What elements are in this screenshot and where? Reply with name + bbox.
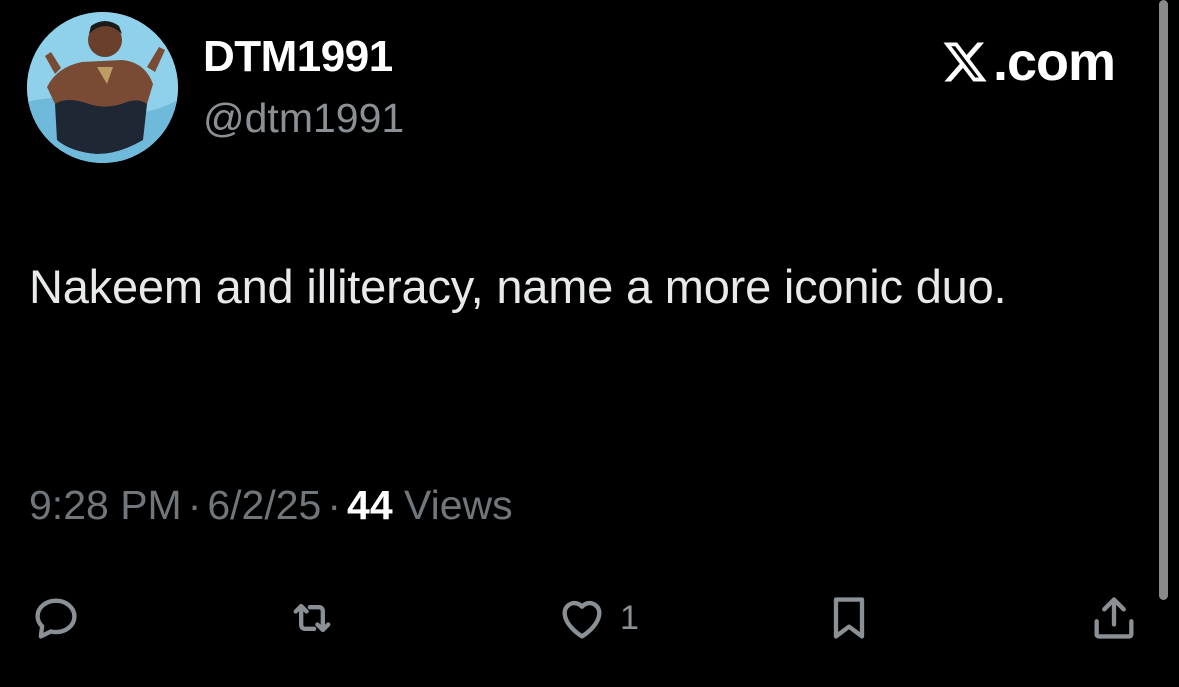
separator: · bbox=[327, 482, 342, 528]
brand-label: .com bbox=[993, 32, 1116, 92]
separator: · bbox=[187, 482, 202, 528]
user-handle[interactable]: @dtm1991 bbox=[203, 98, 404, 139]
profile-photo bbox=[27, 12, 178, 163]
repost-icon bbox=[293, 603, 331, 633]
brand-mark: .com bbox=[940, 32, 1116, 92]
tweet-meta: 9:28 PM · 6/2/25 · 44 Views bbox=[29, 485, 513, 526]
bookmark-button[interactable] bbox=[823, 590, 875, 646]
bookmark-icon bbox=[833, 597, 865, 639]
tweet-time[interactable]: 9:28 PM bbox=[29, 482, 182, 528]
repost-button[interactable] bbox=[286, 590, 338, 646]
scrollbar[interactable] bbox=[1159, 0, 1168, 600]
display-name[interactable]: DTM1991 bbox=[203, 35, 393, 79]
tweet-text: Nakeem and illiteracy, name a more iconi… bbox=[29, 260, 1007, 313]
share-button[interactable] bbox=[1088, 590, 1140, 646]
reply-button[interactable] bbox=[30, 590, 82, 646]
share-icon bbox=[1094, 597, 1134, 639]
views-label: Views bbox=[404, 482, 513, 528]
like-count: 1 bbox=[620, 598, 639, 637]
heart-icon bbox=[562, 600, 602, 639]
reply-icon bbox=[35, 598, 77, 639]
avatar[interactable] bbox=[27, 12, 178, 163]
like-button[interactable]: 1 bbox=[556, 590, 639, 646]
views-count: 44 bbox=[347, 482, 393, 528]
tweet-date[interactable]: 6/2/25 bbox=[207, 482, 321, 528]
x-logo-icon bbox=[943, 42, 987, 82]
